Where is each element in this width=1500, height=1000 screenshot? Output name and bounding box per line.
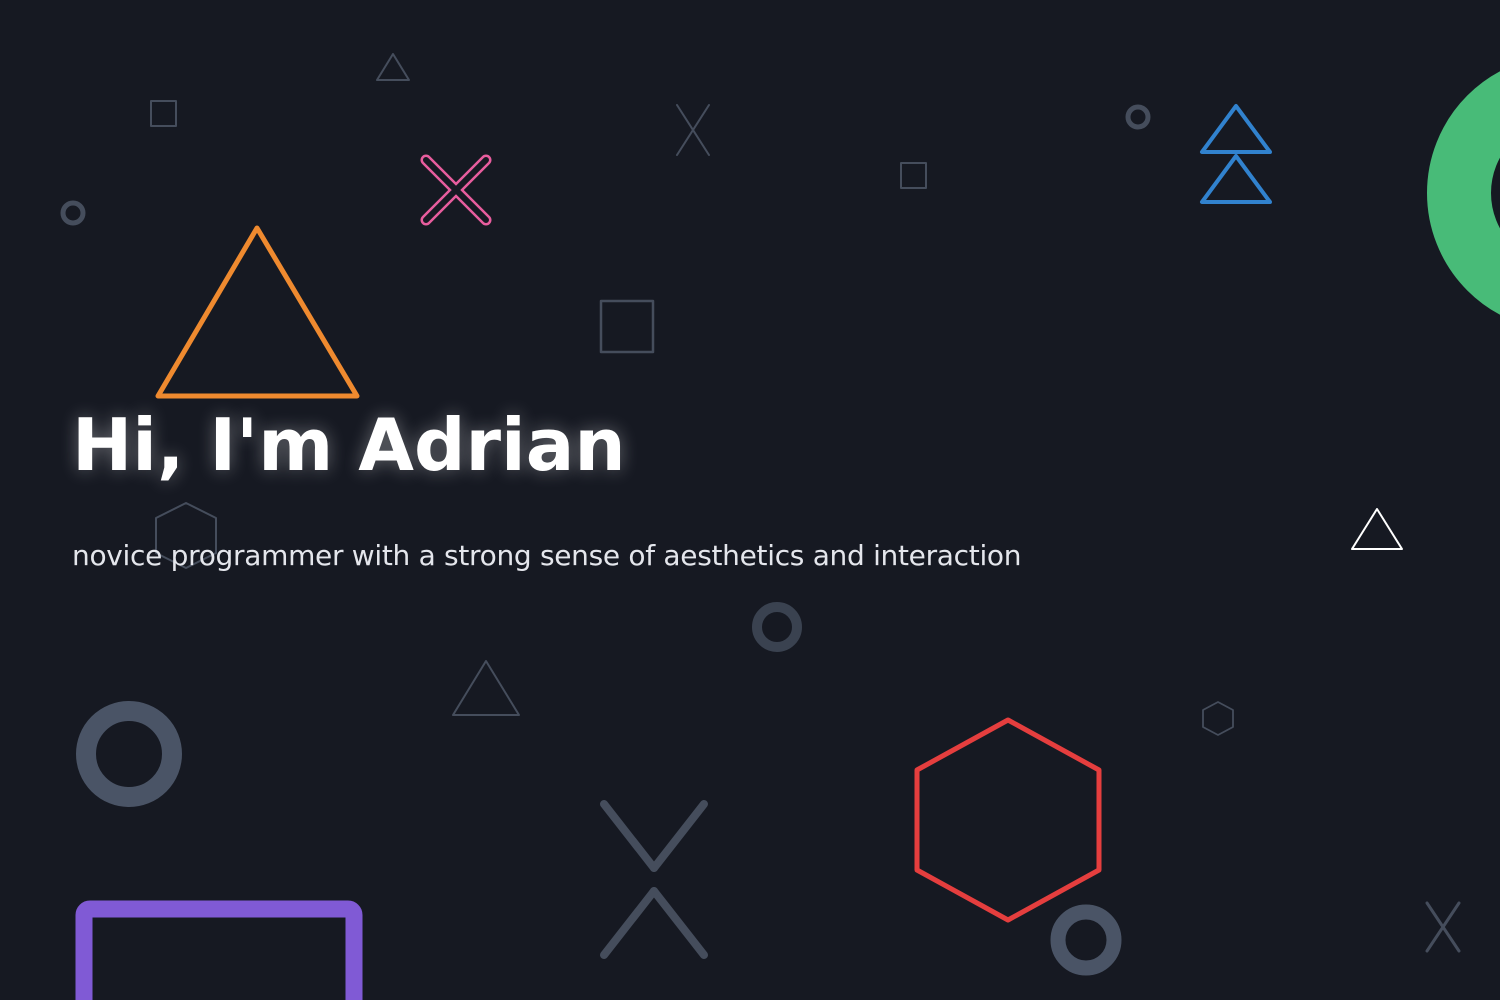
square-icon xyxy=(150,100,177,127)
triangle-icon xyxy=(452,660,520,716)
cross-icon xyxy=(1425,901,1461,953)
circle-icon xyxy=(60,200,86,226)
circle-icon xyxy=(1125,104,1151,130)
ring-icon xyxy=(1427,71,1500,315)
hexagon-icon xyxy=(914,717,1102,923)
page-title: Hi, I'm Adrian xyxy=(72,403,626,487)
double-triangle-icon xyxy=(1200,104,1272,204)
cross-icon xyxy=(600,800,708,959)
ring-icon xyxy=(76,701,182,807)
triangle-icon xyxy=(1351,508,1403,550)
ring-icon xyxy=(1050,904,1122,976)
cross-icon xyxy=(676,104,710,156)
cross-icon xyxy=(420,154,492,226)
hexagon-icon xyxy=(1202,701,1234,736)
hero-section: Hi, I'm Adrian novice programmer with a … xyxy=(0,0,1500,1000)
square-icon xyxy=(900,162,927,189)
page-subtitle: novice programmer with a strong sense of… xyxy=(72,539,1022,572)
triangle-icon xyxy=(155,225,360,399)
square-icon xyxy=(75,900,363,1000)
decorative-shapes-layer xyxy=(60,53,1500,1000)
triangle-icon xyxy=(376,53,410,81)
circle-icon xyxy=(752,602,802,652)
square-icon xyxy=(599,299,655,354)
